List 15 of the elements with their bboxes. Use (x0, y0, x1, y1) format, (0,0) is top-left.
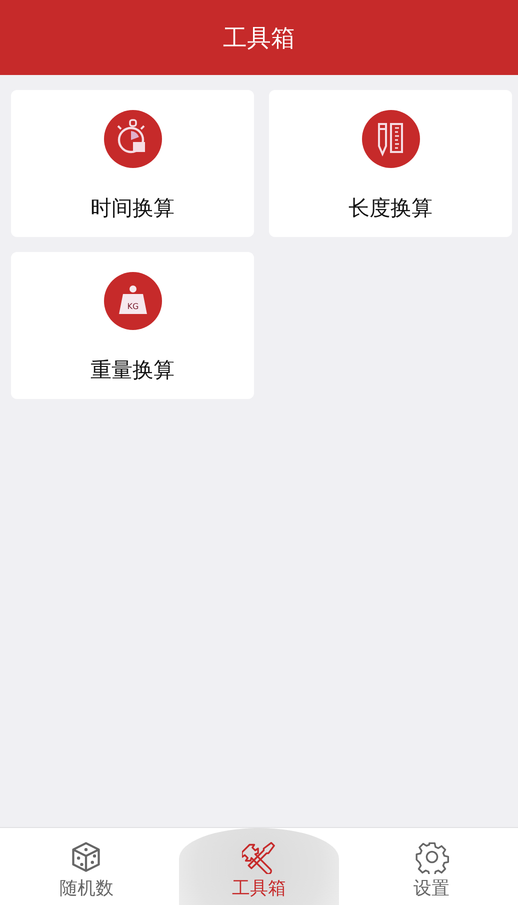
tool-card[interactable]: 长度换算 (269, 90, 512, 237)
stopwatch-icon (104, 110, 162, 168)
pencil-ruler-icon (362, 110, 420, 168)
weight-icon: KG (104, 272, 162, 330)
tool-card[interactable]: KG 重量换算 (11, 252, 254, 399)
tool-label: 时间换算 (90, 195, 174, 222)
tab[interactable]: 工具箱 (178, 828, 340, 905)
tab[interactable]: 随机数 (6, 828, 167, 905)
tool-label: 重量换算 (90, 357, 174, 384)
tool-card[interactable]: 时间换算 (11, 90, 254, 237)
page-title: 工具箱 (223, 22, 295, 54)
settings-icon (414, 840, 449, 874)
tab[interactable]: 设置 (351, 828, 512, 905)
tool-label: 长度换算 (348, 195, 432, 222)
wrench-screwdriver-icon (242, 840, 276, 874)
